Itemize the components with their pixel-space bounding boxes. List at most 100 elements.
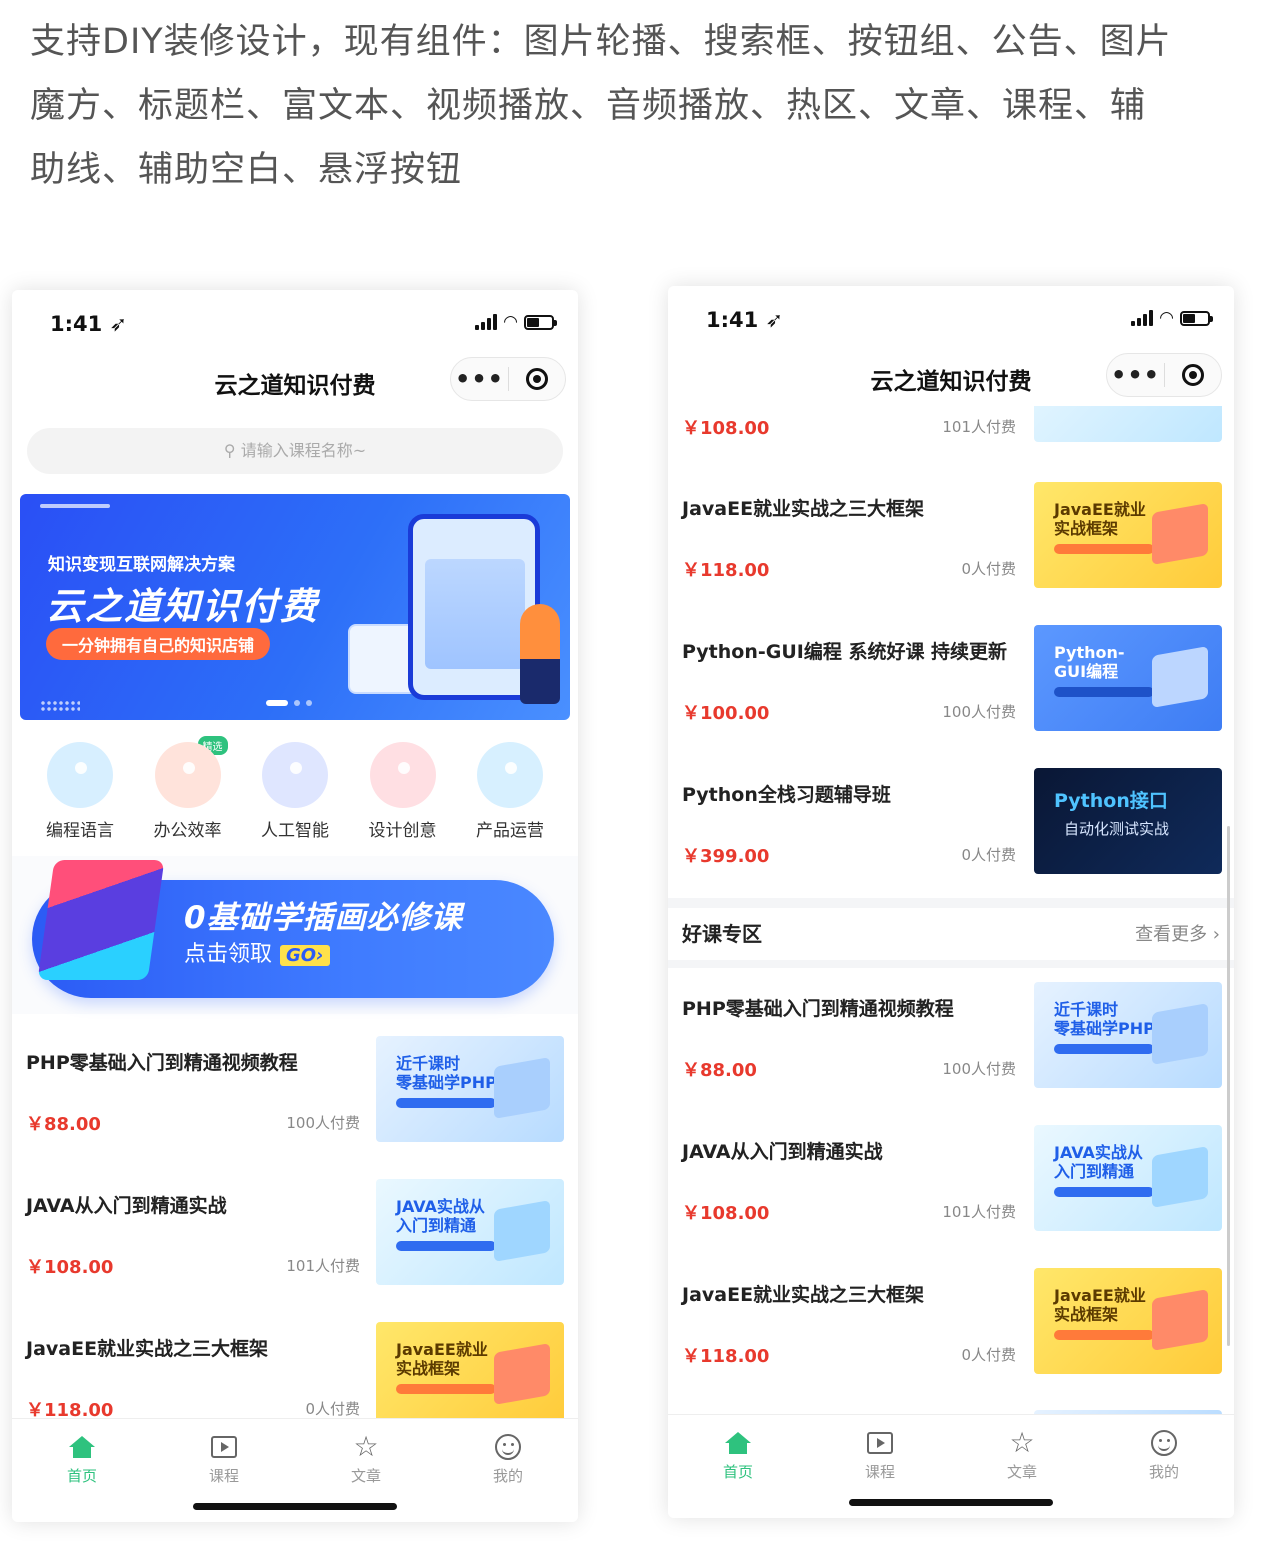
search-placeholder: 请输入课程名称~ <box>240 441 367 460</box>
category-icon <box>369 742 436 808</box>
course-item[interactable]: JavaEE就业实战之三大框架 ￥118.00 0人付费 JavaEE就业 实战… <box>668 1254 1234 1397</box>
course-item[interactable]: JAVA从入门到精通实战 ￥108.00 101人付费 JAVA实战从 入门到精… <box>668 1111 1234 1254</box>
category-icon <box>154 742 221 808</box>
course-item[interactable]: PHP零基础入门到精通视频教程 ￥88.00 100人付费 近千课时 零基础学P… <box>12 1022 578 1165</box>
course-name: JavaEE就业实战之三大框架 <box>26 1338 269 1360</box>
tab-home[interactable]: 首页 <box>698 1427 778 1482</box>
phone-left: 1:41 ➶ ◠ 云之道知识付费 ••• ⚲ 请输入课程名称~ 知识变现互联网解… <box>12 290 578 1522</box>
thumbnail-title: 近千课时 零基础学PHP <box>1054 1000 1155 1038</box>
thumbnail-title: JAVA实战从 入门到精通 <box>396 1197 485 1235</box>
course-buyers: 100人付费 <box>286 1114 360 1132</box>
tab-articles[interactable]: ☆ 文章 <box>982 1427 1062 1482</box>
thumbnail-title: 近千课时 零基础学PHP <box>396 1054 497 1092</box>
course-price: ￥88.00 <box>26 1114 101 1135</box>
tab-home[interactable]: 首页 <box>42 1431 122 1486</box>
video-icon <box>211 1436 237 1458</box>
banner-subtitle: 知识变现互联网解决方案 <box>48 555 235 575</box>
course-item[interactable]: Python全栈习题辅导班 ￥399.00 0人付费 Python接口 自动化测… <box>668 754 1234 897</box>
wifi-icon: ◠ <box>503 312 518 332</box>
category-item[interactable]: 精选 办公效率 <box>142 730 234 848</box>
course-name: JAVA从入门到精通实战 <box>26 1195 227 1217</box>
thumbnail-bar <box>1054 544 1154 554</box>
category-icon <box>477 742 543 808</box>
carousel-banner[interactable]: 知识变现互联网解决方案 云之道知识付费 一分钟拥有自己的知识店铺 <box>20 494 570 720</box>
smile-icon <box>495 1434 521 1460</box>
search-input[interactable]: ⚲ 请输入课程名称~ <box>27 428 563 474</box>
thumbnail-bar <box>396 1384 496 1394</box>
course-buyers: 100人付费 <box>942 703 1016 721</box>
category-button-group: 编程语言 精选 办公效率 人工智能 设计创意 产品运营 <box>12 730 578 848</box>
course-item[interactable]: JAVA从入门到精通实战 ￥108.00 101人付费 JAVA实战从 入门到精… <box>12 1165 578 1308</box>
home-indicator <box>849 1499 1053 1506</box>
category-item[interactable]: 设计创意 <box>357 730 449 848</box>
thumbnail-bar <box>396 1098 496 1108</box>
battery-icon <box>1180 311 1213 326</box>
thumbnail-title: Python- GUI编程 <box>1054 643 1125 681</box>
course-item[interactable]: JavaEE就业实战之三大框架 ￥118.00 0人付费 JavaEE就业 实战… <box>668 468 1234 611</box>
course-thumbnail: 近千课时 零基础学PHP <box>376 1036 564 1142</box>
tab-mine[interactable]: 我的 <box>1124 1427 1204 1482</box>
mini-program-capsule: ••• <box>1106 353 1222 397</box>
status-time: 1:41 ➶ <box>50 312 128 336</box>
tab-label: 文章 <box>350 1467 381 1485</box>
promo-cta: 点击领取 GO› <box>184 936 330 968</box>
intro-text: 支持DIY装修设计，现有组件：图片轮播、搜索框、按钮组、公告、图片 魔方、标题栏… <box>30 10 1230 202</box>
banner-stripe <box>40 504 110 508</box>
thumbnail-bar <box>1054 1187 1154 1197</box>
category-icon <box>47 742 113 808</box>
intro-line: 魔方、标题栏、富文本、视频播放、音频播放、热区、文章、课程、辅 <box>30 86 1147 126</box>
thumbnail-illustration <box>494 1343 550 1405</box>
tab-courses[interactable]: 课程 <box>840 1427 920 1482</box>
thumbnail-illustration <box>1152 646 1208 708</box>
course-name: Python全栈习题辅导班 <box>682 784 891 806</box>
view-more-link[interactable]: 查看更多 › <box>1135 920 1220 946</box>
thumbnail-illustration <box>1152 1289 1208 1351</box>
course-name: PHP零基础入门到精通视频教程 <box>26 1052 298 1074</box>
tab-articles[interactable]: ☆ 文章 <box>326 1431 406 1486</box>
more-icon[interactable]: ••• <box>451 367 508 391</box>
tab-label: 课程 <box>208 1467 239 1485</box>
course-item-partial[interactable]: ￥108.00 101人付费 <box>668 406 1234 468</box>
promo-banner[interactable]: 0基础学插画必修课 点击领取 GO› <box>12 856 578 1014</box>
star-icon: ☆ <box>1009 1426 1035 1459</box>
tab-label: 我的 <box>1148 1463 1179 1481</box>
promo-illustration <box>37 860 165 980</box>
course-item[interactable]: PHP零基础入门到精通视频教程 ￥88.00 100人付费 近千课时 零基础学P… <box>668 968 1234 1111</box>
close-target-icon[interactable] <box>509 368 565 390</box>
tab-mine[interactable]: 我的 <box>468 1431 548 1486</box>
thumbnail-illustration <box>1152 503 1208 565</box>
course-item[interactable]: Python-GUI编程 系统好课 持续更新 ￥100.00 100人付费 Py… <box>668 611 1234 754</box>
thumbnail-subtitle: 自动化测试实战 <box>1064 820 1170 838</box>
course-price: ￥399.00 <box>682 846 770 867</box>
course-price: ￥108.00 <box>682 418 770 439</box>
tab-courses[interactable]: 课程 <box>184 1431 264 1486</box>
course-thumbnail: Python接口 自动化测试实战 <box>1034 768 1222 874</box>
mini-program-capsule: ••• <box>450 357 566 401</box>
carousel-indicator[interactable] <box>266 700 312 706</box>
category-item[interactable]: 编程语言 <box>34 730 126 848</box>
tab-label: 首页 <box>722 1463 753 1481</box>
star-icon: ☆ <box>353 1430 379 1463</box>
tab-label: 我的 <box>492 1467 523 1485</box>
category-item[interactable]: 人工智能 <box>249 730 341 848</box>
course-name: Python-GUI编程 系统好课 持续更新 <box>682 641 1008 663</box>
course-price: ￥108.00 <box>682 1203 770 1224</box>
course-buyers: 101人付费 <box>286 1257 360 1275</box>
tab-bar: 首页 课程 ☆ 文章 我的 <box>12 1418 578 1522</box>
go-badge: GO› <box>280 945 330 966</box>
thumbnail-title: JavaEE就业 实战框架 <box>396 1340 488 1378</box>
category-item[interactable]: 产品运营 <box>464 730 556 848</box>
thumbnail-bar <box>1054 687 1154 697</box>
course-price: ￥108.00 <box>26 1257 114 1278</box>
thumbnail-title: JavaEE就业 实战框架 <box>1054 500 1146 538</box>
thumbnail-illustration <box>1152 1003 1208 1065</box>
course-price: ￥88.00 <box>682 1060 757 1081</box>
more-icon[interactable]: ••• <box>1107 363 1164 387</box>
course-thumbnail: JavaEE就业 实战框架 <box>1034 482 1222 588</box>
thumbnail-illustration <box>1152 1146 1208 1208</box>
close-target-icon[interactable] <box>1165 364 1221 386</box>
scrollbar[interactable] <box>1227 826 1230 1346</box>
status-time: 1:41 ➶ <box>706 308 784 332</box>
course-buyers: 100人付费 <box>942 1060 1016 1078</box>
status-icons: ◠ <box>1131 310 1213 327</box>
